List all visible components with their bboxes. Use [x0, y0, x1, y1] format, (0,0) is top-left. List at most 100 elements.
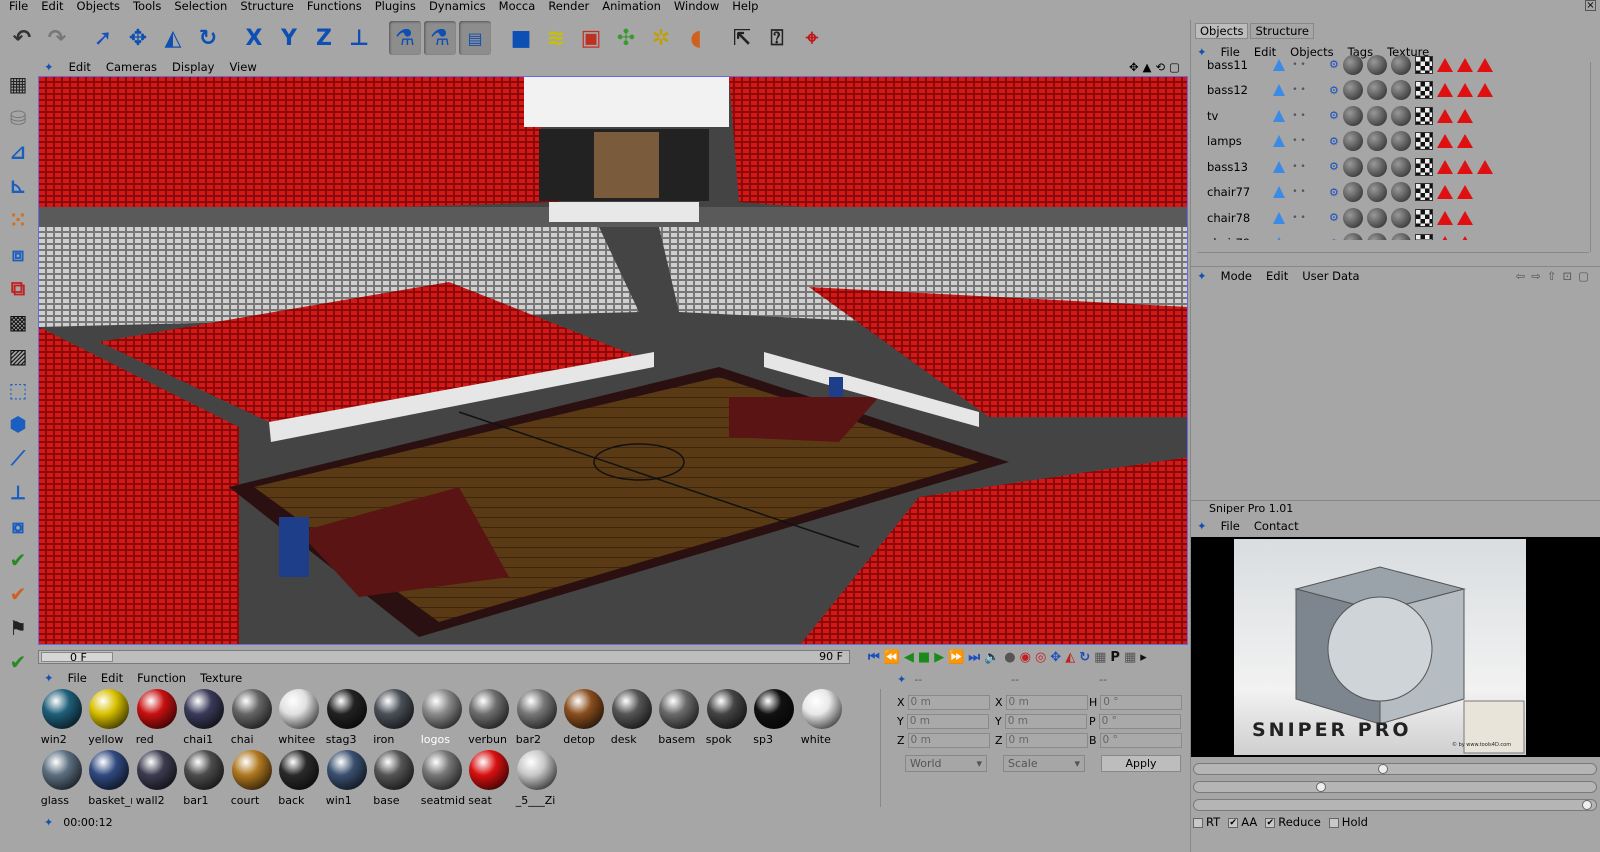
viewport-menu-edit[interactable]: Edit — [69, 60, 91, 74]
material-menu-texture[interactable]: Texture — [200, 671, 242, 685]
target-icon[interactable]: ⌖ — [796, 21, 828, 55]
phong-tag-icon[interactable]: ⚙ — [1329, 186, 1339, 199]
timeline-slider[interactable]: 0 F 90 F — [38, 650, 850, 664]
texture-tag-icon[interactable] — [1390, 182, 1411, 203]
stop-icon[interactable]: ■ — [918, 650, 930, 665]
texture-tag-icon[interactable] — [1390, 54, 1411, 75]
play-icon[interactable]: ▶ — [934, 650, 944, 665]
object-row[interactable]: bass11 • • ⚙ — [1197, 52, 1585, 78]
axis-icon[interactable]: ⊾ — [3, 170, 33, 202]
material-item[interactable]: seatmid — [418, 748, 466, 809]
record-icon[interactable]: ● — [1004, 650, 1015, 665]
material-pin-icon[interactable]: ✦ — [44, 671, 54, 685]
option-aa[interactable]: ✔ AA — [1228, 815, 1257, 829]
material-item[interactable]: logos — [418, 687, 466, 748]
uvw-tag-icon[interactable] — [1414, 81, 1433, 100]
menu-render[interactable]: Render — [548, 0, 589, 13]
texture-tag-icon[interactable] — [1366, 207, 1387, 228]
uvw-tag-icon[interactable] — [1414, 183, 1433, 202]
undo-icon[interactable]: ↶ — [6, 21, 38, 55]
attributes-menu-edit[interactable]: Edit — [1266, 269, 1288, 283]
material-menu-edit[interactable]: Edit — [101, 671, 123, 685]
material-item[interactable]: wall2 — [133, 748, 181, 809]
material-item[interactable]: spok — [703, 687, 751, 748]
polygons-icon[interactable]: ⧉ — [3, 272, 33, 304]
scale-icon[interactable]: ◭ — [157, 21, 189, 55]
texture-tag-icon[interactable] — [1342, 207, 1363, 228]
x-axis-icon[interactable]: X — [238, 21, 270, 55]
material-item[interactable]: win1 — [323, 748, 371, 809]
coord-value-field[interactable]: 0 m — [907, 695, 990, 710]
texture-tag-icon[interactable] — [1390, 207, 1411, 228]
attributes-menu-mode[interactable]: Mode — [1221, 269, 1252, 283]
phong-tag-icon[interactable]: ⚙ — [1329, 58, 1339, 71]
sniper-pin-icon[interactable]: ✦ — [1197, 519, 1207, 533]
material-item[interactable]: back — [276, 748, 324, 809]
animate-icon[interactable]: ⚑ — [3, 612, 33, 644]
material-item[interactable]: verbun — [466, 687, 514, 748]
texture-tag-icon[interactable] — [1342, 54, 1363, 75]
status-pin-icon[interactable]: ✦ — [44, 816, 53, 829]
menu-edit[interactable]: Edit — [41, 0, 63, 13]
material-item[interactable]: red — [133, 687, 181, 748]
material-menu-function[interactable]: Function — [137, 671, 186, 685]
texture-tag-icon[interactable] — [1366, 80, 1387, 101]
param-key-icon[interactable]: ▦ — [1094, 650, 1106, 665]
material-item[interactable]: base — [371, 748, 419, 809]
uvw-tag-icon[interactable] — [1414, 132, 1433, 151]
menu-mocca[interactable]: Mocca — [499, 0, 536, 13]
uvw-tag-icon[interactable] — [1414, 55, 1433, 74]
attributes-nav-icons[interactable]: ⇦⇨⇧⊡▢ — [1516, 269, 1595, 283]
visibility-dots-icon[interactable]: • • — [1291, 137, 1307, 146]
cube-icon[interactable]: ■ — [505, 21, 537, 55]
layout-icon[interactable]: ▦ — [3, 68, 33, 100]
material-item[interactable]: yellow — [86, 687, 134, 748]
visibility-dots-icon[interactable]: • • — [1291, 213, 1307, 222]
scale-key-icon[interactable]: ◭ — [1065, 650, 1075, 665]
coord-header-pin[interactable]: ✦ -- — [897, 673, 922, 686]
viewport-nav-icons[interactable]: ✥▲⟲▢ — [1129, 60, 1184, 74]
uvw-tag-icon[interactable] — [1414, 106, 1433, 125]
apply-button[interactable]: Apply — [1101, 755, 1181, 772]
menu-plugins[interactable]: Plugins — [375, 0, 416, 13]
material-item[interactable]: chai1 — [181, 687, 229, 748]
sniper-slider-3[interactable] — [1193, 799, 1597, 811]
coord-value-field[interactable]: 0 m — [907, 733, 990, 748]
object-row[interactable]: chair78 • • ⚙ — [1197, 205, 1585, 231]
sniper-slider-2[interactable] — [1193, 781, 1597, 793]
goto-start-icon[interactable]: ⏮ — [868, 650, 880, 665]
menu-dynamics[interactable]: Dynamics — [429, 0, 486, 13]
option-rt[interactable]: RT — [1193, 815, 1220, 829]
soft-selection-icon[interactable]: ✔ — [3, 646, 33, 678]
visibility-dots-icon[interactable]: • • — [1291, 111, 1307, 120]
texture-tag-icon[interactable] — [1390, 233, 1411, 240]
slider-knob[interactable] — [1582, 800, 1593, 810]
checker-icon[interactable]: ▩ — [3, 306, 33, 338]
texture-tool-icon[interactable]: ✔ — [3, 578, 33, 610]
menu-window[interactable]: Window — [674, 0, 719, 13]
render-settings-icon[interactable]: ▤ — [459, 21, 491, 55]
sniper-preview[interactable]: SNIPER PRO © by www.tools4D.com — [1191, 537, 1600, 757]
tab-objects[interactable]: Objects — [1195, 23, 1249, 39]
uv-checker-icon[interactable]: ▨ — [3, 340, 33, 372]
material-item[interactable]: sp3 — [751, 687, 799, 748]
checkbox[interactable] — [1328, 817, 1339, 828]
object-name[interactable]: lamps — [1197, 134, 1269, 148]
material-item[interactable]: whitee — [276, 687, 324, 748]
enable-axis-icon[interactable]: ✔ — [3, 544, 33, 576]
coord-value-field[interactable]: 0 ° — [1100, 695, 1183, 710]
slider-knob[interactable] — [1378, 764, 1389, 774]
object-row[interactable]: lamps • • ⚙ — [1197, 129, 1585, 155]
current-frame[interactable]: 0 F — [41, 652, 113, 663]
texture-tag-icon[interactable] — [1342, 156, 1363, 177]
material-item[interactable]: white — [798, 687, 846, 748]
texture-tag-icon[interactable] — [1390, 80, 1411, 101]
deformer-icon[interactable]: ✲ — [645, 21, 677, 55]
points-icon[interactable]: ⁙ — [3, 204, 33, 236]
texture-tag-icon[interactable] — [1342, 105, 1363, 126]
position-key-icon[interactable]: ✥ — [1050, 650, 1061, 665]
checkbox[interactable]: ✔ — [1228, 817, 1239, 828]
texture-tag-icon[interactable] — [1390, 156, 1411, 177]
texture-tag-icon[interactable] — [1342, 233, 1363, 240]
visibility-dots-icon[interactable]: • • — [1291, 86, 1307, 95]
